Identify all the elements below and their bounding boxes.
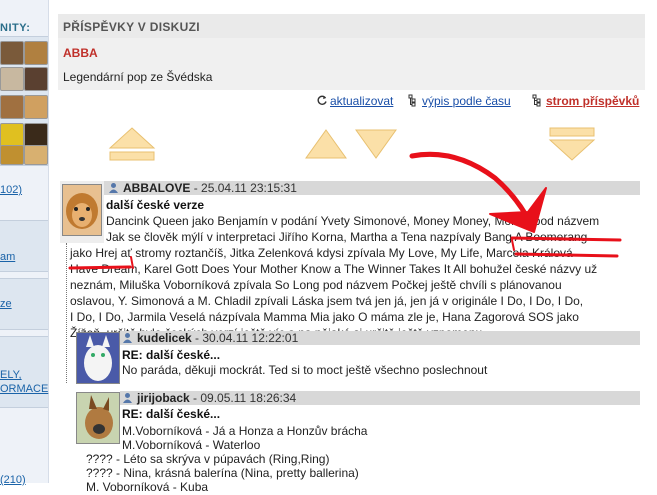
annotation-overlay [68,151,622,270]
